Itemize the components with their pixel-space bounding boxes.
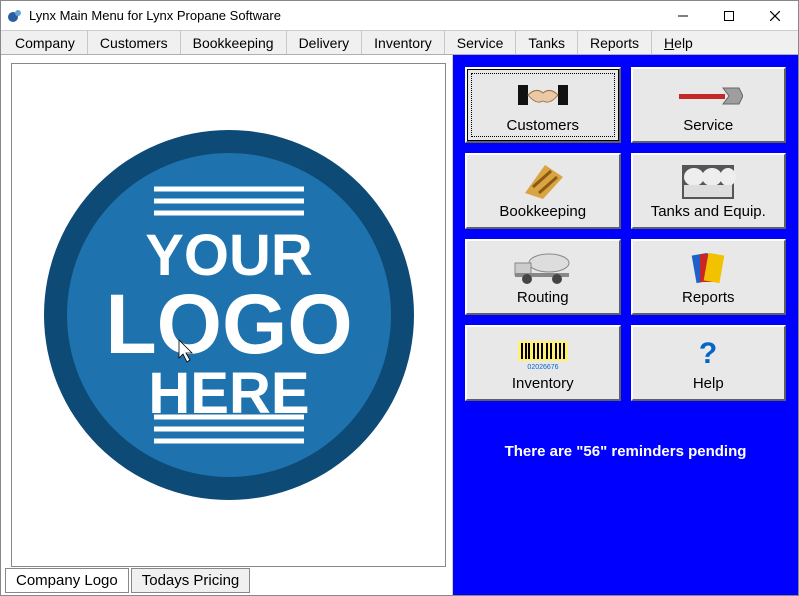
wrench-icon	[673, 77, 743, 115]
maximize-icon	[724, 11, 734, 21]
help-label: Help	[693, 375, 724, 392]
question-icon: ?	[695, 335, 721, 373]
routing-label: Routing	[517, 289, 569, 306]
app-icon	[7, 8, 23, 24]
customers-label: Customers	[506, 117, 579, 134]
tanks-icon	[680, 163, 736, 201]
svg-text:02026676: 02026676	[527, 364, 558, 371]
maximize-button[interactable]	[706, 1, 752, 31]
minimize-button[interactable]	[660, 1, 706, 31]
bookkeeping-button[interactable]: Bookkeeping	[465, 153, 621, 229]
right-pane: Customers Service	[453, 55, 798, 595]
help-button[interactable]: ? Help	[631, 325, 787, 401]
reminders-text: There are "56" reminders pending	[465, 443, 786, 460]
menu-inventory[interactable]: Inventory	[362, 31, 445, 54]
inventory-label: Inventory	[512, 375, 574, 392]
window-controls	[660, 1, 798, 30]
menu-company[interactable]: Company	[3, 31, 88, 54]
handshake-icon	[516, 77, 570, 115]
reports-icon	[688, 249, 728, 287]
bookkeeping-label: Bookkeeping	[499, 203, 586, 220]
reports-button[interactable]: Reports	[631, 239, 787, 315]
company-logo-placeholder: YOUR LOGO HERE	[29, 115, 429, 515]
svg-text:?: ?	[699, 337, 717, 370]
barcode-icon: 02026676	[516, 335, 570, 373]
customers-button[interactable]: Customers	[465, 67, 621, 143]
window-title: Lynx Main Menu for Lynx Propane Software	[29, 8, 660, 23]
titlebar: Lynx Main Menu for Lynx Propane Software	[1, 1, 798, 31]
tab-todays-pricing[interactable]: Todays Pricing	[131, 568, 251, 593]
svg-text:LOGO: LOGO	[105, 277, 352, 371]
inventory-button[interactable]: 02026676 Inventory	[465, 325, 621, 401]
menu-reports[interactable]: Reports	[578, 31, 652, 54]
menubar: Company Customers Bookkeeping Delivery I…	[1, 31, 798, 55]
menu-service[interactable]: Service	[445, 31, 517, 54]
menu-customers[interactable]: Customers	[88, 31, 181, 54]
close-button[interactable]	[752, 1, 798, 31]
menu-help[interactable]: Help	[652, 31, 705, 54]
menu-bookkeeping[interactable]: Bookkeeping	[181, 31, 287, 54]
menu-delivery[interactable]: Delivery	[287, 31, 363, 54]
logo-frame: YOUR LOGO HERE	[11, 63, 446, 567]
bottom-tabs: Company Logo Todays Pricing	[5, 568, 250, 593]
menu-tanks[interactable]: Tanks	[516, 31, 578, 54]
reports-label: Reports	[682, 289, 735, 306]
routing-button[interactable]: Routing	[465, 239, 621, 315]
tanks-label: Tanks and Equip.	[651, 203, 766, 220]
svg-text:HERE: HERE	[148, 361, 309, 426]
minimize-icon	[678, 11, 688, 21]
service-button[interactable]: Service	[631, 67, 787, 143]
tanks-button[interactable]: Tanks and Equip.	[631, 153, 787, 229]
service-label: Service	[683, 117, 733, 134]
truck-icon	[511, 249, 575, 287]
close-icon	[770, 11, 780, 21]
bookkeeping-icon	[521, 163, 565, 201]
left-pane: YOUR LOGO HERE Company Logo Todays Prici…	[1, 55, 453, 595]
tab-company-logo[interactable]: Company Logo	[5, 568, 129, 593]
